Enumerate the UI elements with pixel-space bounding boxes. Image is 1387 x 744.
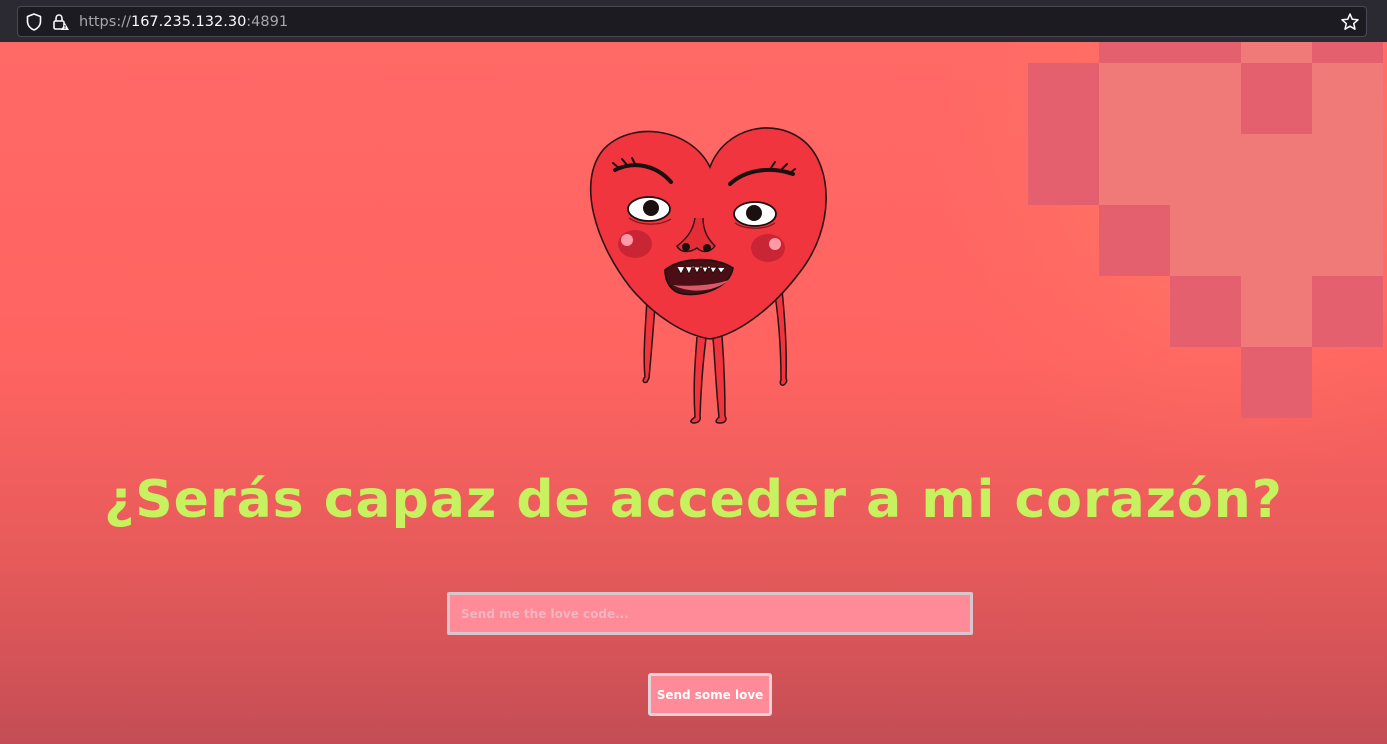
pixel-cell [1099, 205, 1170, 276]
url-scheme: https:// [79, 14, 131, 30]
pixel-cell [1241, 347, 1312, 418]
url-port: :4891 [246, 14, 289, 30]
heart-mascot-illustration [589, 127, 827, 424]
pixel-cell [1241, 134, 1312, 205]
send-love-button[interactable]: Send some love [648, 673, 772, 716]
url-text[interactable]: https://167.235.132.30:4891 [79, 12, 288, 32]
pixel-cell [1312, 205, 1383, 276]
pixel-cell [1170, 134, 1241, 205]
pixel-cell [1312, 134, 1383, 205]
pixel-cell [1241, 205, 1312, 276]
pixel-cell [1028, 63, 1099, 134]
shield-icon[interactable] [26, 13, 42, 31]
pixel-cell [1099, 134, 1170, 205]
pixel-cell [1312, 63, 1383, 134]
url-host: 167.235.132.30 [130, 14, 247, 30]
page-content: ¿Serás capaz de acceder a mi corazón? Se… [0, 42, 1387, 744]
browser-toolbar: https://167.235.132.30:4891 [0, 0, 1387, 42]
love-code-input[interactable] [447, 592, 973, 635]
lock-warning-icon[interactable] [52, 13, 70, 31]
address-bar[interactable]: https://167.235.132.30:4891 [17, 6, 1367, 37]
pixel-heart-decoration [1028, 42, 1387, 422]
pixel-cell [1170, 276, 1241, 347]
pixel-cell [1170, 205, 1241, 276]
star-icon[interactable] [1340, 12, 1360, 32]
pixel-cell [1241, 276, 1312, 347]
page-title: ¿Serás capaz de acceder a mi corazón? [104, 470, 1283, 530]
pixel-cell [1099, 63, 1170, 134]
pixel-cell [1312, 276, 1383, 347]
pixel-cell [1028, 134, 1099, 205]
pixel-cell [1241, 63, 1312, 134]
pixel-cell [1170, 63, 1241, 134]
